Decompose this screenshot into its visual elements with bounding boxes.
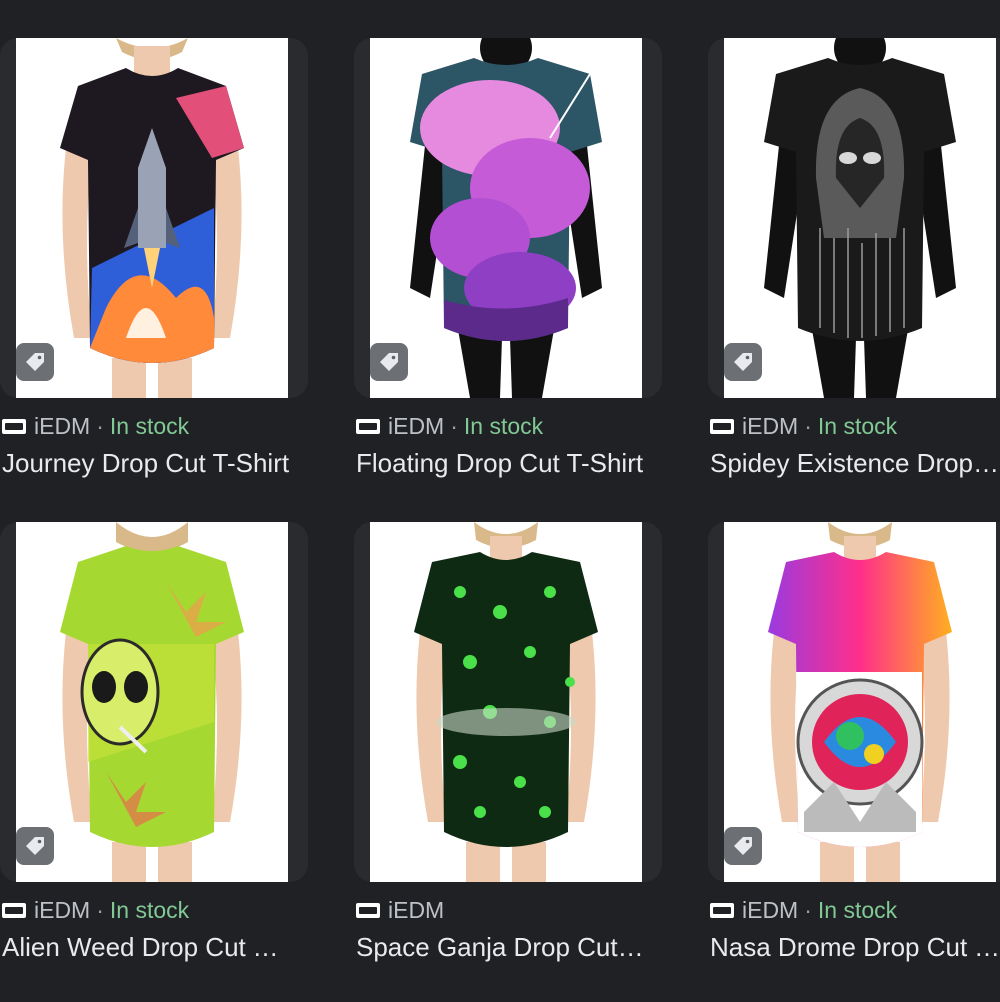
seller-line: iEDM · In stock <box>710 412 897 440</box>
meta-separator: · <box>804 896 812 923</box>
meta-separator: · <box>450 412 458 439</box>
product-image-frame[interactable] <box>354 38 662 398</box>
product-image[interactable] <box>16 38 288 398</box>
seller-name[interactable]: iEDM <box>34 897 90 924</box>
product-image[interactable] <box>16 522 288 882</box>
product-title[interactable]: Nasa Drome Drop Cut T-Shirt <box>710 932 1000 963</box>
seller-line: iEDM · In stock <box>710 896 897 924</box>
seller-line: iEDM <box>356 896 456 924</box>
stock-status: In stock <box>109 412 190 439</box>
product-image-frame[interactable] <box>708 522 1000 882</box>
seller-line: iEDM · In stock <box>2 412 189 440</box>
seller-line: iEDM · In stock <box>2 896 189 924</box>
product-image[interactable] <box>724 522 996 882</box>
product-card[interactable]: iEDM · In stock Alien Weed Drop Cut T-Sh… <box>0 522 310 1002</box>
iedm-logo-icon <box>2 902 26 918</box>
product-card[interactable]: iEDM · In stock Nasa Drome Drop Cut T-Sh… <box>708 522 1000 1002</box>
seller-name[interactable]: iEDM <box>742 413 798 440</box>
iedm-logo-icon <box>710 418 734 434</box>
product-card[interactable]: iEDM · In stock Spidey Existence Drop Cu… <box>708 38 1000 518</box>
product-card[interactable]: iEDM · In stock Journey Drop Cut T-Shirt <box>0 38 310 518</box>
product-card[interactable]: iEDM Space Ganja Drop Cut T-Shirt <box>354 522 664 1002</box>
tag-icon[interactable] <box>370 343 408 381</box>
seller-line: iEDM · In stock <box>356 412 543 440</box>
tag-icon[interactable] <box>724 343 762 381</box>
product-image-frame[interactable] <box>354 522 662 882</box>
iedm-logo-icon <box>2 418 26 434</box>
product-image-frame[interactable] <box>708 38 1000 398</box>
meta-separator: · <box>96 896 104 923</box>
tag-icon[interactable] <box>16 827 54 865</box>
product-image-frame[interactable] <box>0 522 308 882</box>
stock-status: In stock <box>817 412 898 439</box>
seller-name[interactable]: iEDM <box>742 897 798 924</box>
seller-name[interactable]: iEDM <box>388 897 444 924</box>
stock-status: In stock <box>463 412 544 439</box>
product-title[interactable]: Journey Drop Cut T-Shirt <box>2 448 292 479</box>
product-image[interactable] <box>370 522 642 882</box>
shopping-results-grid: iEDM · In stock Journey Drop Cut T-Shirt <box>0 0 1000 1000</box>
iedm-logo-icon <box>356 902 380 918</box>
iedm-logo-icon <box>356 418 380 434</box>
product-image[interactable] <box>724 38 996 398</box>
meta-separator: · <box>96 412 104 439</box>
product-title[interactable]: Spidey Existence Drop Cut T-Shirt <box>710 448 1000 479</box>
iedm-logo-icon <box>710 902 734 918</box>
stock-status: In stock <box>109 896 190 923</box>
tag-icon[interactable] <box>16 343 54 381</box>
product-card[interactable]: iEDM · In stock Floating Drop Cut T-Shir… <box>354 38 664 518</box>
seller-name[interactable]: iEDM <box>388 413 444 440</box>
meta-separator: · <box>804 412 812 439</box>
product-image[interactable] <box>370 38 642 398</box>
stock-status: In stock <box>817 896 898 923</box>
product-title[interactable]: Space Ganja Drop Cut T-Shirt <box>356 932 646 963</box>
seller-name[interactable]: iEDM <box>34 413 90 440</box>
product-title[interactable]: Alien Weed Drop Cut T-Shirt <box>2 932 292 963</box>
tag-icon[interactable] <box>724 827 762 865</box>
product-image-frame[interactable] <box>0 38 308 398</box>
product-title[interactable]: Floating Drop Cut T-Shirt <box>356 448 646 479</box>
